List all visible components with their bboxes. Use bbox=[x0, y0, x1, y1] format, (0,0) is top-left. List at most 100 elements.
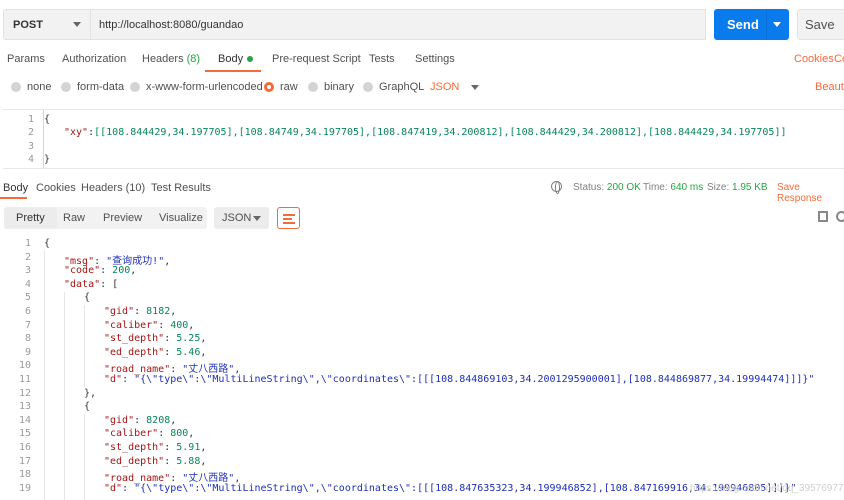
line-number: 9 bbox=[24, 346, 31, 358]
tab-response-headers-label: Headers bbox=[81, 182, 123, 194]
send-button[interactable]: Send bbox=[714, 9, 789, 40]
code-line: "xy":[[108.844429,34.197705],[108.84749,… bbox=[64, 127, 787, 138]
beautify-link[interactable]: Beauti bbox=[815, 81, 844, 93]
body-format-select[interactable]: JSON bbox=[430, 81, 480, 93]
view-pretty[interactable]: Pretty bbox=[4, 207, 57, 229]
radio-binary[interactable]: binary bbox=[308, 81, 354, 93]
line-number: 5 bbox=[24, 292, 31, 304]
code-line: "st_depth": 5.25, bbox=[104, 333, 207, 345]
tab-test-results[interactable]: Test Results bbox=[151, 182, 211, 194]
code-line: "code": 200, bbox=[64, 265, 137, 277]
tab-settings[interactable]: Settings bbox=[415, 53, 455, 65]
code-brace: { bbox=[44, 114, 51, 125]
radio-form-data[interactable]: form-data bbox=[61, 81, 124, 93]
tab-prerequest-script[interactable]: Pre-request Script bbox=[272, 53, 361, 65]
code-link[interactable]: Co bbox=[834, 53, 844, 65]
code-line: "gid": 8182, bbox=[104, 306, 177, 317]
tab-headers[interactable]: Headers (8) bbox=[142, 53, 200, 65]
view-raw[interactable]: Raw bbox=[63, 207, 85, 229]
tab-params[interactable]: Params bbox=[7, 53, 45, 65]
line-number: 4 bbox=[24, 278, 31, 290]
line-number: 14 bbox=[18, 414, 31, 426]
line-number: 12 bbox=[18, 387, 31, 399]
json-value: 5.88 bbox=[176, 455, 201, 467]
line-number: 2 bbox=[24, 251, 31, 263]
cookies-link[interactable]: Cookies bbox=[794, 53, 834, 65]
save-response-button[interactable]: Save Response bbox=[777, 182, 844, 204]
radio-none[interactable]: none bbox=[11, 81, 51, 93]
radio-graphql[interactable]: GraphQL bbox=[363, 81, 424, 93]
view-visualize[interactable]: Visualize bbox=[159, 207, 203, 229]
code-line: "ed_depth": 5.88, bbox=[104, 455, 207, 467]
line-number: 2 bbox=[27, 127, 34, 138]
json-value: "{\"type\":\"MultiLineString\",\"coordin… bbox=[134, 374, 815, 385]
json-value: 5.91 bbox=[176, 442, 201, 453]
line-number: 4 bbox=[27, 154, 34, 165]
json-value: 8182 bbox=[146, 306, 171, 317]
active-tab-underline bbox=[205, 70, 261, 72]
code-brace: { bbox=[84, 401, 91, 413]
method-select[interactable]: POST bbox=[3, 9, 91, 40]
line-number: 1 bbox=[24, 238, 31, 249]
copy-icon[interactable] bbox=[818, 211, 828, 222]
line-number: 16 bbox=[18, 442, 31, 453]
tab-response-headers[interactable]: Headers (10) bbox=[81, 182, 145, 194]
response-body-viewer[interactable]: 1 2 3 4 5 6 7 8 9 10 11 12 13 14 15 16 1… bbox=[0, 238, 844, 500]
code-brace: }, bbox=[84, 387, 97, 399]
line-number: 13 bbox=[18, 401, 31, 413]
url-input[interactable]: http://localhost:8080/guandao bbox=[91, 9, 706, 40]
response-format-select[interactable]: JSON bbox=[214, 207, 269, 229]
radio-form-data-label: form-data bbox=[77, 81, 125, 93]
code-line: "d": "{\"type\":\"MultiLineString\",\"co… bbox=[104, 374, 815, 385]
tab-authorization[interactable]: Authorization bbox=[62, 53, 126, 65]
json-value: 200 bbox=[112, 265, 131, 277]
globe-icon[interactable] bbox=[551, 181, 562, 194]
body-type-options: none form-data x-www-form-urlencoded raw… bbox=[0, 79, 844, 97]
chevron-down-icon[interactable] bbox=[773, 22, 781, 27]
json-value: 5.25 bbox=[176, 333, 201, 345]
tab-body-label: Body bbox=[218, 53, 244, 65]
time-value: 640 ms bbox=[670, 182, 704, 193]
radio-graphql-label: GraphQL bbox=[379, 81, 425, 93]
radio-selected-icon bbox=[264, 82, 274, 92]
save-label: Save bbox=[805, 17, 835, 32]
save-button[interactable]: Save bbox=[797, 9, 844, 40]
active-response-tab-underline bbox=[0, 197, 27, 199]
tab-headers-label: Headers bbox=[142, 53, 184, 65]
request-body-editor[interactable]: 1 2 3 4 { "xy":[[108.844429,34.197705],[… bbox=[3, 109, 844, 169]
wrap-lines-icon[interactable] bbox=[277, 207, 300, 229]
send-divider bbox=[766, 9, 767, 40]
body-format-label: JSON bbox=[430, 81, 460, 93]
radio-icon bbox=[308, 82, 318, 92]
json-value: 400 bbox=[170, 319, 189, 331]
chevron-down-icon bbox=[73, 22, 81, 27]
tab-tests[interactable]: Tests bbox=[369, 53, 395, 65]
size-value: 1.95 KB bbox=[732, 182, 768, 193]
line-number: 17 bbox=[18, 455, 31, 467]
code-brace: } bbox=[44, 154, 51, 165]
line-number: 7 bbox=[24, 319, 31, 331]
send-label: Send bbox=[727, 17, 759, 32]
response-format-label: JSON bbox=[222, 212, 252, 224]
code-line: "gid": 8208, bbox=[104, 414, 177, 426]
time-readout: Time: 640 ms bbox=[643, 182, 703, 193]
line-number: 3 bbox=[24, 265, 31, 277]
json-key: "data" bbox=[64, 278, 101, 290]
line-number: 8 bbox=[24, 333, 31, 345]
watermark: https://blog.csdn.net/qq_39576977 bbox=[690, 483, 844, 494]
request-tabs: Params Authorization Headers (8) Body Pr… bbox=[0, 48, 844, 72]
radio-icon bbox=[11, 82, 21, 92]
json-key: "code" bbox=[64, 265, 101, 277]
response-toolbar: Pretty Raw Preview Visualize JSON bbox=[0, 207, 844, 231]
url-text: http://localhost:8080/guandao bbox=[99, 18, 244, 31]
headers-count: (8) bbox=[186, 53, 201, 65]
tab-body[interactable]: Body bbox=[218, 53, 254, 65]
json-value: 8208 bbox=[146, 414, 171, 426]
radio-raw[interactable]: raw bbox=[264, 81, 298, 93]
chevron-down-icon bbox=[471, 84, 480, 90]
search-icon[interactable] bbox=[836, 211, 844, 222]
view-preview[interactable]: Preview bbox=[103, 207, 142, 229]
tab-response-cookies[interactable]: Cookies bbox=[36, 182, 76, 194]
tab-response-body[interactable]: Body bbox=[3, 182, 28, 194]
radio-urlencoded[interactable]: x-www-form-urlencoded bbox=[130, 81, 263, 93]
